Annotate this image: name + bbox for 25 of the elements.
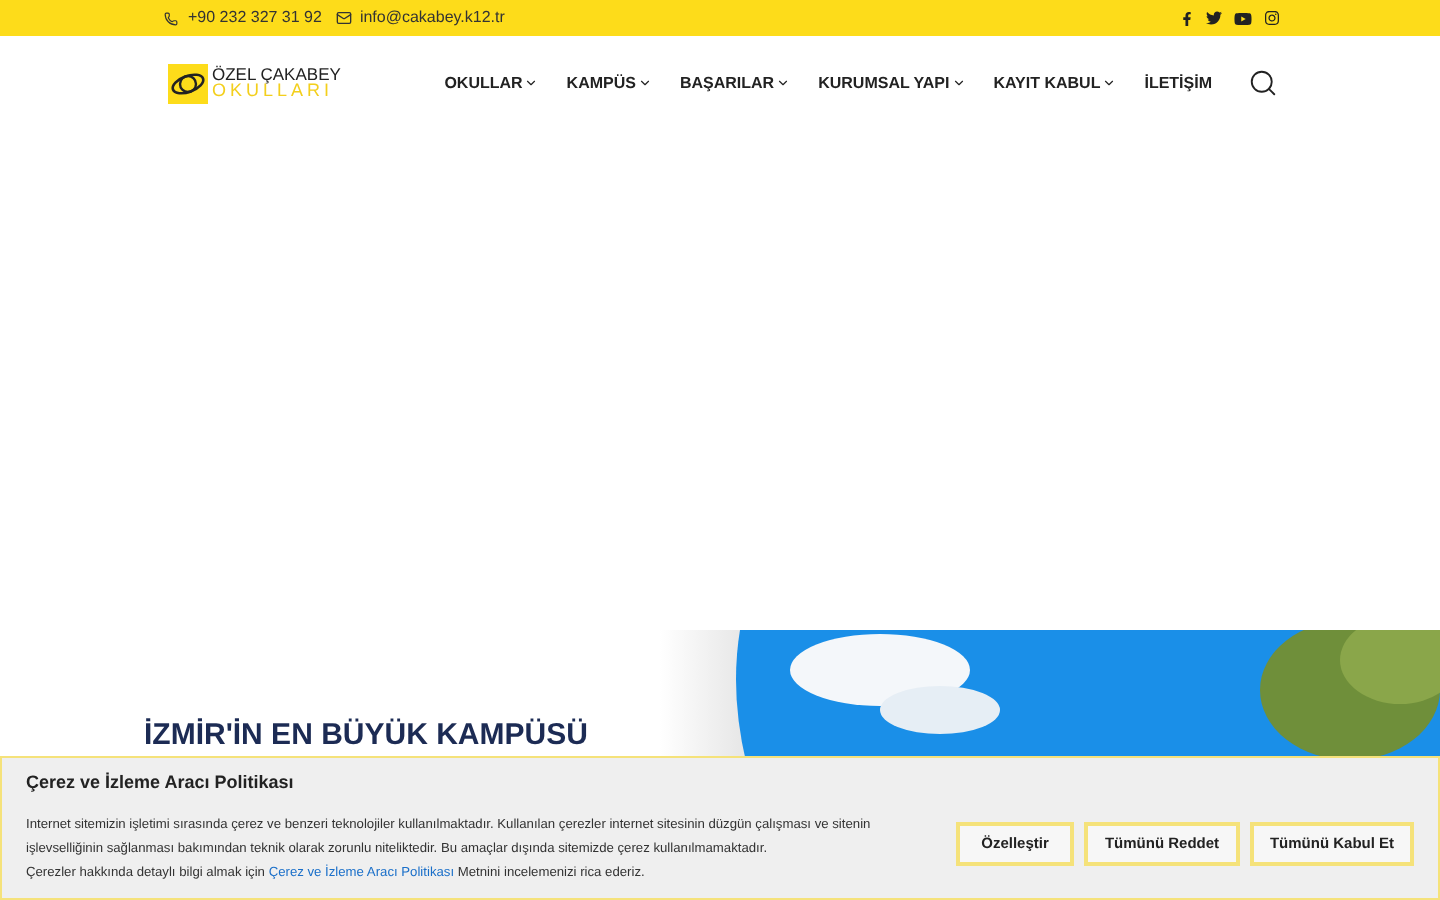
nav-link[interactable]: KAYIT KABUL — [993, 71, 1117, 95]
facebook-icon[interactable] — [1180, 11, 1194, 25]
email-address: info@cakabey.k12.tr — [359, 6, 505, 30]
search-icon[interactable] — [1248, 68, 1278, 98]
chevron-icon — [776, 76, 791, 90]
phone-number: +90 232 327 31 92 — [188, 6, 322, 30]
twitter-icon[interactable] — [1206, 10, 1222, 26]
mail-icon — [335, 10, 352, 26]
chevron-icon — [1102, 76, 1117, 90]
phone-icon — [164, 11, 178, 25]
cookie-title: Çerez ve İzleme Aracı Politikası — [26, 770, 296, 797]
chevron-icon — [951, 76, 966, 90]
logo-title: ÖZEL ÇAKABEY — [212, 65, 341, 83]
nav-link[interactable]: KAMPÜS — [566, 71, 652, 95]
instagram-icon[interactable] — [1264, 10, 1280, 26]
hero-heading: İZMİR'İN EN BÜYÜK KAMPÜSÜ — [144, 718, 590, 752]
nav-link[interactable]: İLETİŞİM — [1144, 71, 1212, 95]
nav-link[interactable]: BAŞARILAR — [679, 71, 791, 95]
chevron-icon — [637, 76, 652, 90]
nav-link[interactable]: OKULLAR — [444, 71, 539, 95]
nav-link[interactable]: KURUMSAL YAPI — [818, 71, 966, 95]
youtube-icon[interactable] — [1234, 9, 1252, 27]
chevron-icon — [524, 76, 539, 90]
logo-subtitle: OKULLARI — [212, 82, 334, 101]
logo-icon — [168, 63, 208, 103]
